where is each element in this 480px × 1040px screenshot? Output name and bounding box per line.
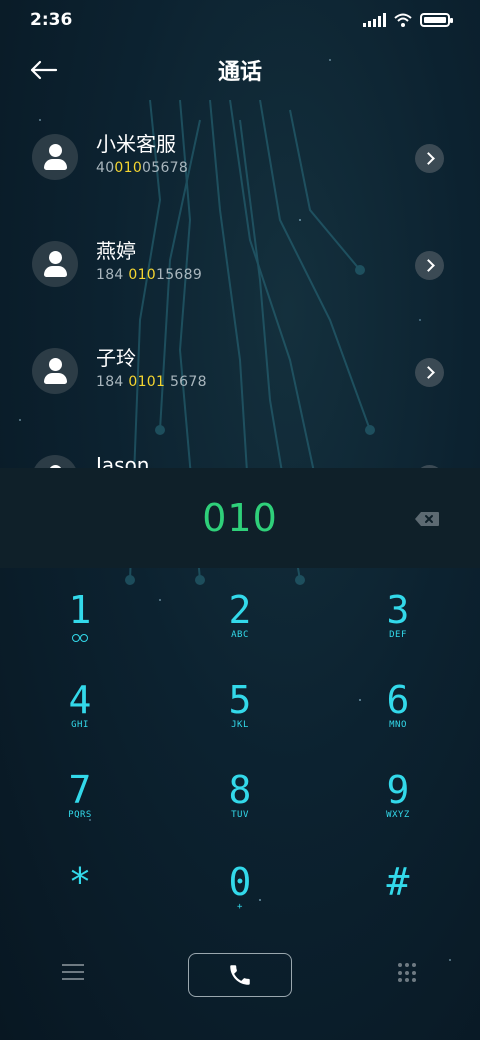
signal-icon xyxy=(363,13,386,27)
key-hash[interactable]: # xyxy=(338,860,458,940)
key-letters: GHI xyxy=(71,720,89,730)
key-6[interactable]: 6 MNO xyxy=(338,678,458,758)
key-digit: 5 xyxy=(228,678,252,722)
key-star[interactable]: * xyxy=(20,860,140,940)
contact-item[interactable]: 小米客服 4001005678 xyxy=(0,118,480,225)
key-letters: DEF xyxy=(389,630,407,640)
status-time: 2:36 xyxy=(30,10,73,30)
key-digit: # xyxy=(386,860,410,904)
key-letters: TUV xyxy=(231,810,249,820)
dialed-number: 010 xyxy=(202,496,278,540)
key-digit: 8 xyxy=(228,768,252,812)
contact-detail-chevron-icon[interactable] xyxy=(415,251,444,280)
key-9[interactable]: 9 WXYZ xyxy=(338,768,458,848)
call-button[interactable] xyxy=(188,953,292,997)
key-4[interactable]: 4 GHI xyxy=(20,678,140,758)
contact-name: 子玲 xyxy=(96,346,136,370)
key-letters: WXYZ xyxy=(386,810,410,820)
contact-item[interactable]: 燕婷 184 01015689 xyxy=(0,225,480,332)
battery-icon xyxy=(420,13,453,27)
contact-detail-chevron-icon[interactable] xyxy=(415,358,444,387)
key-digit: 3 xyxy=(386,588,410,632)
key-letters: JKL xyxy=(231,720,249,730)
key-7[interactable]: 7 PQRS xyxy=(20,768,140,848)
backspace-icon[interactable] xyxy=(414,511,440,527)
key-digit: 4 xyxy=(68,678,92,722)
key-digit: 9 xyxy=(386,768,410,812)
contact-number: 4001005678 xyxy=(96,160,189,176)
avatar-icon xyxy=(32,348,78,394)
avatar-icon xyxy=(32,455,78,468)
contact-info: 小米客服 4001005678 xyxy=(96,130,188,176)
contact-name: 小米客服 xyxy=(96,132,176,156)
key-digit: * xyxy=(68,860,92,904)
key-letters: ABC xyxy=(231,630,249,640)
dialed-number-bar: 010 xyxy=(0,468,480,568)
key-8[interactable]: 8 TUV xyxy=(180,768,300,848)
status-icons xyxy=(363,13,453,27)
contact-info: Jason xyxy=(96,451,150,468)
key-letters: PQRS xyxy=(68,810,92,820)
key-digit: 7 xyxy=(68,768,92,812)
key-digit: 2 xyxy=(228,588,252,632)
key-digit: 0 xyxy=(228,860,252,904)
contact-detail-chevron-icon[interactable] xyxy=(415,144,444,173)
key-5[interactable]: 5 JKL xyxy=(180,678,300,758)
key-2[interactable]: 2 ABC xyxy=(180,588,300,668)
dialpad-icon[interactable] xyxy=(398,963,418,983)
contact-number: 184 01015689 xyxy=(96,267,203,283)
voicemail-icon xyxy=(72,634,88,642)
avatar-icon xyxy=(32,241,78,287)
contact-item[interactable]: Jason xyxy=(0,439,480,468)
contact-info: 燕婷 184 01015689 xyxy=(96,237,202,283)
contact-number: 184 0101 5678 xyxy=(96,374,207,390)
contact-list: 小米客服 4001005678 燕婷 184 01015689 子玲 184 0… xyxy=(0,118,480,468)
key-1[interactable]: 1 xyxy=(20,588,140,668)
phone-icon xyxy=(230,965,250,985)
key-3[interactable]: 3 DEF xyxy=(338,588,458,668)
header: 通话 xyxy=(0,48,480,92)
contact-info: 子玲 184 0101 5678 xyxy=(96,344,207,390)
contact-item[interactable]: 子玲 184 0101 5678 xyxy=(0,332,480,439)
status-bar: 2:36 xyxy=(0,0,480,40)
bottom-bar xyxy=(0,950,480,1000)
key-digit: 1 xyxy=(68,588,92,632)
contact-name: Jason xyxy=(96,453,150,468)
back-arrow-icon[interactable] xyxy=(26,54,62,86)
wifi-icon xyxy=(394,13,412,27)
contact-name: 燕婷 xyxy=(96,239,136,263)
menu-list-icon[interactable] xyxy=(62,964,84,982)
key-letters: + xyxy=(237,902,243,912)
key-digit: 6 xyxy=(386,678,410,722)
avatar-icon xyxy=(32,134,78,180)
key-0[interactable]: 0 + xyxy=(180,860,300,940)
key-letters: MNO xyxy=(389,720,407,730)
page-title: 通话 xyxy=(217,60,262,85)
